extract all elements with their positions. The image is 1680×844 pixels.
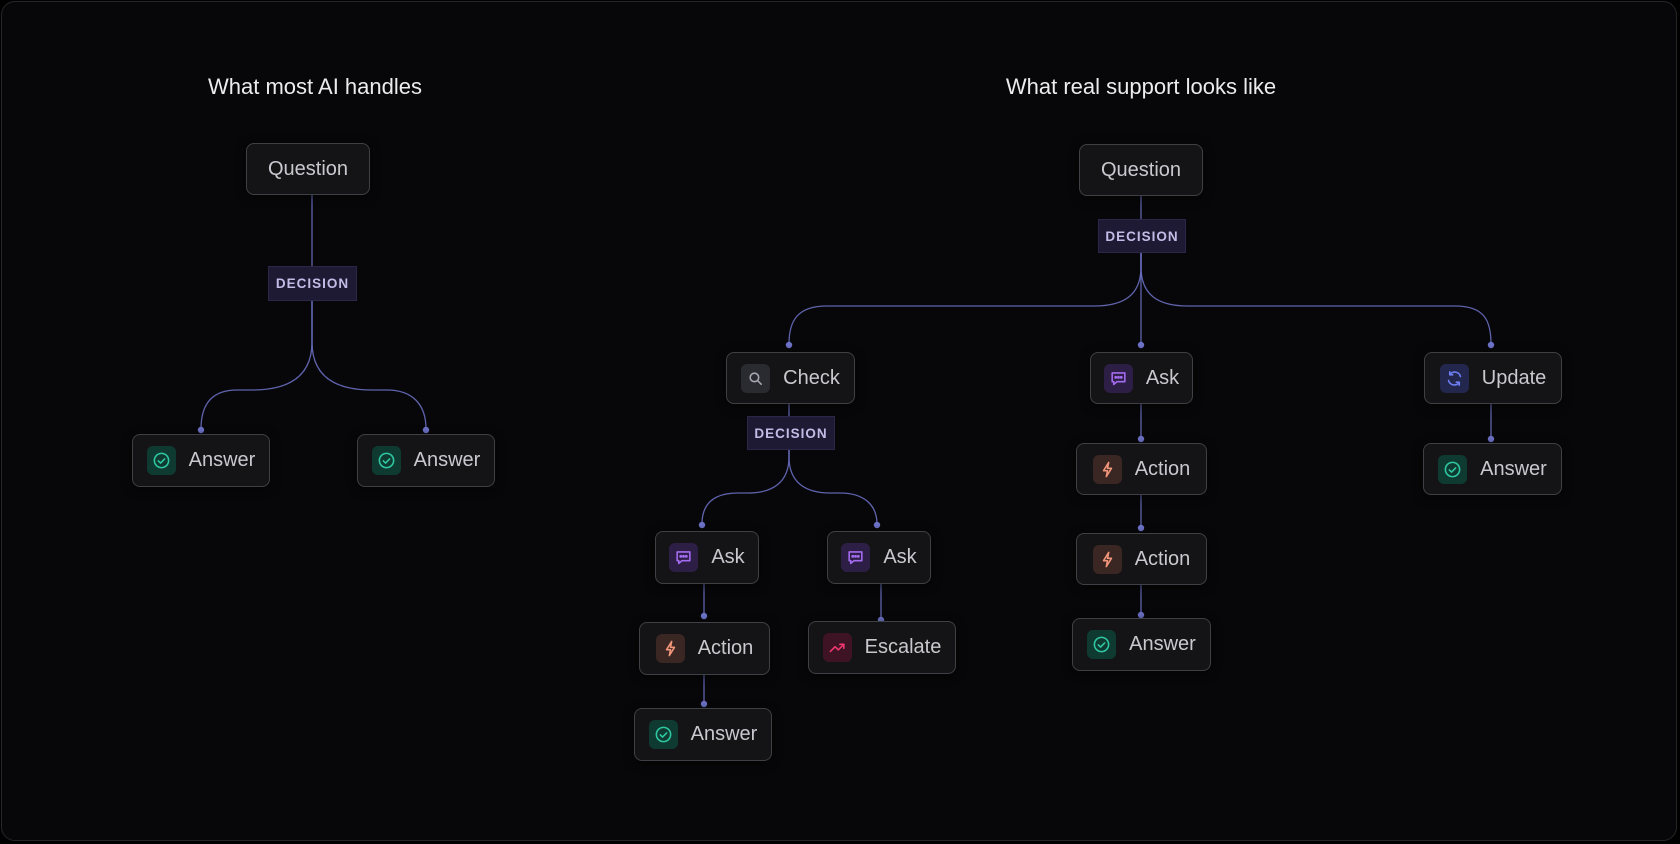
- connector: [311, 301, 427, 430]
- node-label: Answer: [188, 449, 256, 471]
- check-circle-icon: [648, 720, 678, 749]
- connector: [200, 301, 313, 430]
- connector-dot: [1487, 341, 1495, 349]
- node-label: Answer: [413, 449, 481, 471]
- node-label: Action: [1134, 457, 1191, 480]
- connector-dot: [700, 700, 708, 708]
- connector-dot: [197, 426, 205, 434]
- connector-dot: [1137, 341, 1145, 349]
- ask-node: Ask: [655, 531, 759, 584]
- decision-badge: DECISION: [747, 416, 835, 450]
- question-node: Question: [1079, 144, 1203, 196]
- check-circle-icon: [146, 446, 176, 475]
- node-label: Escalate: [864, 636, 942, 658]
- check-circle-icon: [1087, 630, 1117, 659]
- connector-dot: [873, 521, 881, 529]
- question-node: Question: [246, 143, 370, 195]
- check-circle-icon: [371, 446, 401, 475]
- trend-up-icon: [822, 633, 852, 662]
- connector: [788, 450, 878, 525]
- node-label: Ask: [883, 546, 917, 568]
- answer-node: Answer: [357, 434, 495, 487]
- answer-node: Answer: [1072, 618, 1211, 671]
- chat-bubble-icon: [841, 543, 871, 572]
- answer-node: Answer: [132, 434, 270, 487]
- diagram-canvas: What most AI handles Question DECISION A…: [1, 1, 1677, 841]
- node-label: Question: [267, 157, 349, 180]
- connector-dot: [422, 426, 430, 434]
- node-label: Action: [697, 637, 754, 659]
- node-label: Answer: [1129, 633, 1196, 655]
- node-label: Answer: [1480, 457, 1547, 480]
- ask-node: Ask: [827, 531, 931, 584]
- chat-bubble-icon: [669, 543, 699, 572]
- escalate-node: Escalate: [808, 621, 956, 674]
- decision-badge: DECISION: [268, 266, 357, 301]
- right-heading: What real support looks like: [1005, 74, 1277, 99]
- lightning-bolt-icon: [1092, 454, 1122, 484]
- lightning-bolt-icon: [655, 634, 685, 663]
- connector-dot: [700, 612, 708, 620]
- connector-dot: [698, 521, 706, 529]
- answer-node: Answer: [634, 708, 772, 761]
- node-label: Action: [1134, 547, 1191, 570]
- connector-dot: [1487, 435, 1495, 443]
- update-node: Update: [1424, 352, 1562, 404]
- connector: [1140, 253, 1492, 345]
- action-node: Action: [639, 622, 770, 675]
- left-heading: What most AI handles: [208, 74, 422, 99]
- connector-dot: [1137, 435, 1145, 443]
- node-label: Check: [783, 366, 840, 389]
- node-label: Update: [1481, 366, 1547, 389]
- chat-bubble-icon: [1103, 363, 1133, 393]
- connector: [701, 450, 790, 525]
- refresh-icon: [1439, 363, 1469, 393]
- lightning-bolt-icon: [1092, 544, 1122, 574]
- check-circle-icon: [1438, 454, 1468, 484]
- action-node: Action: [1076, 443, 1207, 495]
- connector-dot: [1137, 524, 1145, 532]
- connector: [788, 253, 1142, 345]
- action-node: Action: [1076, 533, 1207, 585]
- answer-node: Answer: [1423, 443, 1562, 495]
- node-label: Answer: [690, 723, 758, 745]
- ask-node: Ask: [1090, 352, 1193, 404]
- connectors: [197, 195, 1495, 708]
- check-node: Check: [726, 352, 855, 404]
- decision-badge: DECISION: [1098, 219, 1186, 253]
- search-icon: [741, 363, 771, 393]
- node-label: Ask: [711, 546, 745, 568]
- node-label: Question: [1100, 158, 1182, 181]
- connector-dot: [785, 341, 793, 349]
- node-label: Ask: [1145, 366, 1180, 389]
